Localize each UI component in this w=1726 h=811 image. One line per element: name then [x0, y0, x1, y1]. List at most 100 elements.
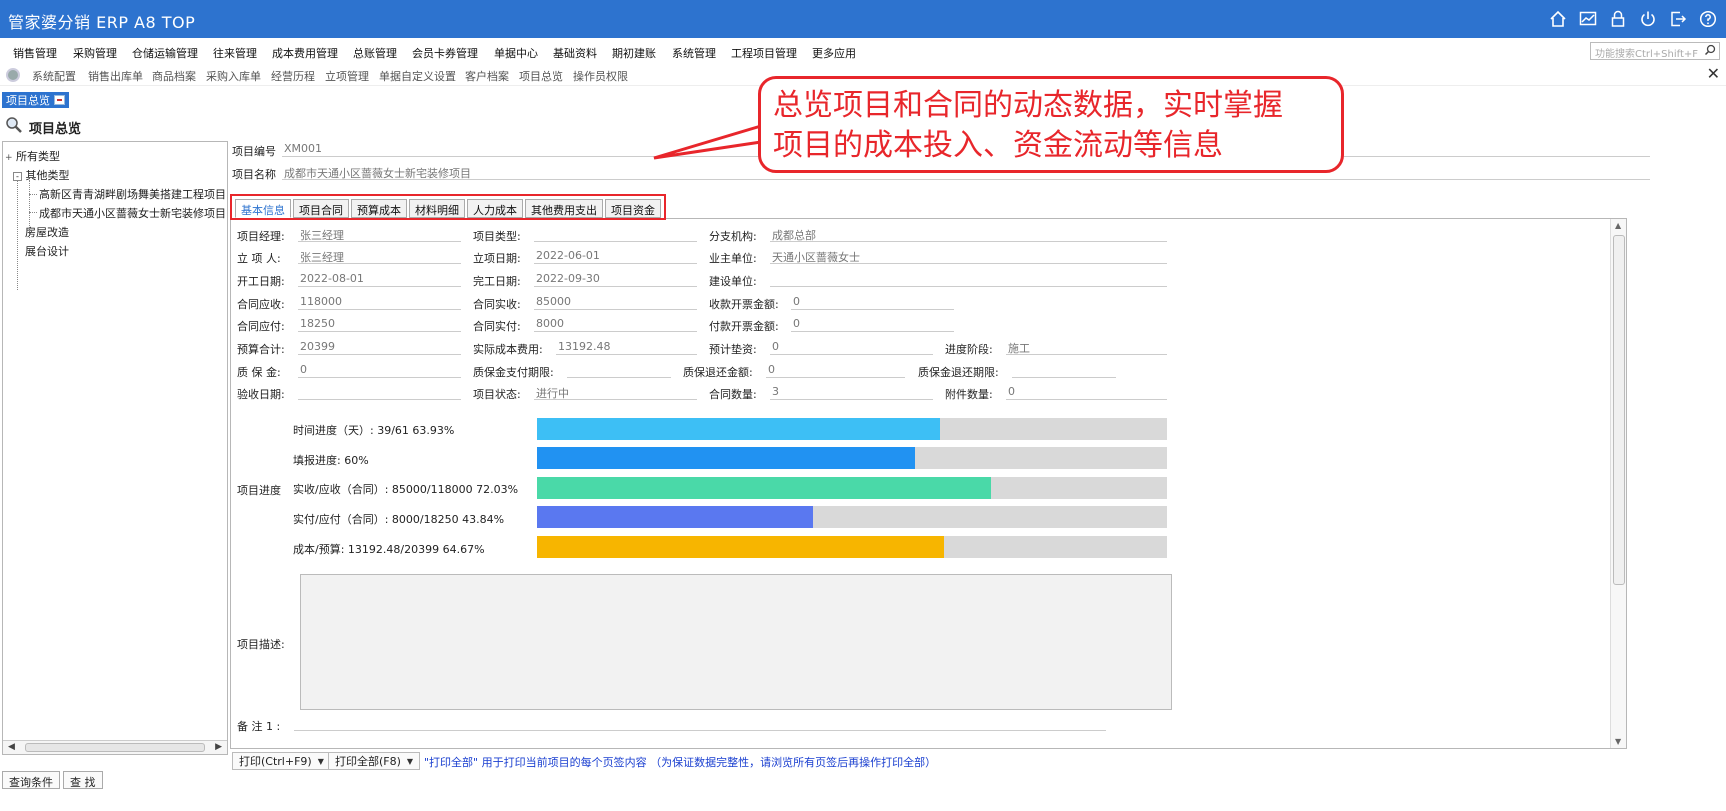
project-description-textarea[interactable]: [300, 574, 1172, 710]
tab-budget-cost[interactable]: 预算成本: [351, 199, 407, 218]
actual-cost-field[interactable]: 13192.48: [556, 340, 697, 355]
quick-project-overview[interactable]: 项目总览: [519, 68, 563, 84]
menu-sales[interactable]: 销售管理: [13, 45, 57, 61]
attachment-count-label: 附件数量:: [945, 388, 993, 401]
tree-node-booth-design[interactable]: 展台设计: [25, 243, 69, 259]
menu-warehouse[interactable]: 仓储运输管理: [132, 45, 198, 61]
manager-field[interactable]: 张三经理: [298, 227, 461, 242]
settings-icon[interactable]: [6, 68, 20, 82]
tree-node-decoration-project[interactable]: 成都市天通小区蔷薇女士新宅装修项目: [39, 205, 226, 221]
menu-member[interactable]: 会员卡券管理: [412, 45, 478, 61]
menu-more[interactable]: 更多应用: [812, 45, 856, 61]
tree-node-theatre-project[interactable]: 高新区青青湖畔剧场舞美搭建工程项目: [39, 186, 226, 202]
scroll-down-icon[interactable]: ▼: [1615, 737, 1621, 746]
scroll-thumb[interactable]: [1613, 235, 1625, 585]
warranty-field[interactable]: 0: [298, 363, 461, 378]
warranty-return-term-field[interactable]: [1012, 363, 1116, 378]
note1-label: 备 注 1 :: [237, 720, 281, 733]
function-search-input[interactable]: 功能搜索Ctrl+Shift+F: [1590, 42, 1720, 60]
quick-operator-perms[interactable]: 操作员权限: [573, 68, 628, 84]
progress-bar-cost-budget: [537, 536, 1167, 558]
menu-ledger[interactable]: 总账管理: [353, 45, 397, 61]
menu-documents[interactable]: 单据中心: [494, 45, 538, 61]
paid-field[interactable]: 8000: [534, 317, 697, 332]
contract-count-field[interactable]: 3: [770, 385, 933, 400]
note1-field[interactable]: [294, 716, 1106, 731]
tree-node-all-types[interactable]: + 所有类型: [5, 148, 60, 164]
attachment-count-field[interactable]: 0: [1006, 385, 1167, 400]
logout-icon[interactable]: [1668, 9, 1688, 29]
quick-sales-outbound[interactable]: 销售出库单: [88, 68, 143, 84]
progress-bar-payments: [537, 506, 1167, 528]
warranty-return-field[interactable]: 0: [766, 363, 905, 378]
menu-cost[interactable]: 成本费用管理: [272, 45, 338, 61]
query-conditions-button[interactable]: 查询条件: [2, 771, 60, 789]
expand-icon[interactable]: +: [5, 153, 13, 163]
dropdown-arrow-icon[interactable]: ▼: [318, 757, 324, 766]
scroll-up-icon[interactable]: ▲: [1615, 221, 1621, 230]
creator-field[interactable]: 张三经理: [298, 249, 461, 264]
scroll-right-icon[interactable]: ▶: [215, 742, 222, 752]
owner-field[interactable]: 天通小区蔷薇女士: [770, 249, 1167, 264]
progress-fill-report: [537, 447, 915, 469]
stage-field[interactable]: 施工: [1006, 340, 1167, 355]
advance-field[interactable]: 0: [770, 340, 933, 355]
tree-node-other-types[interactable]: - 其他类型: [13, 167, 70, 183]
payment-invoice-field[interactable]: 0: [791, 317, 954, 332]
budget-field[interactable]: 20399: [298, 340, 461, 355]
close-icon[interactable]: ✕: [1707, 64, 1720, 83]
menu-basic-data[interactable]: 基础资料: [553, 45, 597, 61]
tab-labor-cost[interactable]: 人力成本: [467, 199, 523, 218]
receipt-invoice-field[interactable]: 0: [791, 295, 954, 310]
chart-icon[interactable]: [1578, 9, 1598, 29]
lock-icon[interactable]: [1608, 9, 1628, 29]
finish-date-field[interactable]: 2022-09-30: [534, 272, 697, 287]
received-field[interactable]: 85000: [534, 295, 697, 310]
search-icon[interactable]: [1704, 44, 1716, 59]
start-date-field[interactable]: 2022-08-01: [298, 272, 461, 287]
quick-doc-custom[interactable]: 单据自定义设置: [379, 68, 456, 84]
menu-projects[interactable]: 工程项目管理: [731, 45, 797, 61]
tree-horizontal-scrollbar[interactable]: ◀ ▶: [3, 740, 227, 754]
setup-date-field[interactable]: 2022-06-01: [534, 249, 697, 264]
help-icon[interactable]: [1698, 9, 1718, 29]
title-bar: 管家婆分销 ERP A8 TOP: [0, 0, 1726, 38]
home-icon[interactable]: [1548, 9, 1568, 29]
tab-basic-info[interactable]: 基本信息: [235, 199, 291, 218]
builder-field[interactable]: [770, 272, 1167, 287]
quick-history[interactable]: 经营历程: [271, 68, 315, 84]
print-all-button[interactable]: 打印全部(F8) ▼: [328, 752, 421, 770]
content-vertical-scrollbar[interactable]: ▲ ▼: [1610, 219, 1626, 748]
receivable-field[interactable]: 118000: [298, 295, 461, 310]
quick-product-archive[interactable]: 商品档案: [152, 68, 196, 84]
tab-material-detail[interactable]: 材料明细: [409, 199, 465, 218]
print-button-label: 打印(Ctrl+F9): [239, 755, 312, 768]
warranty-term-field[interactable]: [567, 363, 671, 378]
scroll-left-icon[interactable]: ◀: [8, 742, 15, 752]
acceptance-date-field[interactable]: [298, 385, 461, 400]
page-tab-project-overview[interactable]: 项目总览: [2, 92, 69, 108]
tab-other-expenses[interactable]: 其他费用支出: [525, 199, 603, 218]
quick-project-setup[interactable]: 立项管理: [325, 68, 369, 84]
quick-system-config[interactable]: 系统配置: [32, 68, 76, 84]
menu-opening[interactable]: 期初建账: [612, 45, 656, 61]
quick-customer-archive[interactable]: 客户档案: [465, 68, 509, 84]
main-menu: 销售管理 采购管理 仓储运输管理 往来管理 成本费用管理 总账管理 会员卡券管理…: [0, 40, 1726, 62]
payable-field[interactable]: 18250: [298, 317, 461, 332]
branch-field[interactable]: 成都总部: [770, 227, 1167, 242]
tab-project-funds[interactable]: 项目资金: [605, 199, 661, 218]
scroll-thumb[interactable]: [25, 743, 205, 752]
tree-node-house-renovation[interactable]: 房屋改造: [25, 224, 69, 240]
type-field[interactable]: [534, 227, 697, 242]
print-button[interactable]: 打印(Ctrl+F9) ▼: [232, 752, 331, 770]
quick-purchase-inbound[interactable]: 采购入库单: [206, 68, 261, 84]
dropdown-arrow-icon[interactable]: ▼: [407, 757, 413, 766]
power-icon[interactable]: [1638, 9, 1658, 29]
tab-close-icon[interactable]: [54, 95, 65, 105]
menu-system[interactable]: 系统管理: [672, 45, 716, 61]
find-button[interactable]: 查 找: [63, 771, 103, 789]
status-field[interactable]: 进行中: [534, 385, 697, 400]
menu-purchase[interactable]: 采购管理: [73, 45, 117, 61]
tab-project-contract[interactable]: 项目合同: [293, 199, 349, 218]
menu-accounts[interactable]: 往来管理: [213, 45, 257, 61]
